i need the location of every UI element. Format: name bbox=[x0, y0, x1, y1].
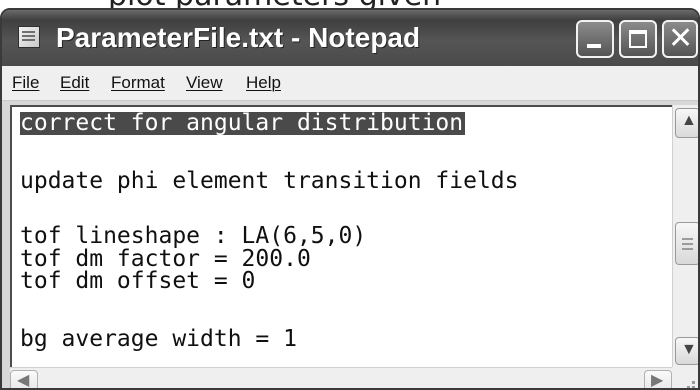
text-editor-area[interactable]: correct for angular distribution update … bbox=[10, 105, 672, 367]
menu-help[interactable]: Help bbox=[246, 73, 281, 93]
size-grip-icon bbox=[692, 386, 695, 388]
scroll-left-button[interactable]: ◀ bbox=[10, 370, 38, 389]
menu-edit[interactable]: Edit bbox=[60, 73, 89, 93]
menu-file[interactable]: File bbox=[12, 73, 39, 93]
chevron-up-icon: ▲ bbox=[681, 112, 697, 129]
vertical-scrollbar[interactable]: ▲ ▼ bbox=[672, 105, 698, 367]
grip-icon bbox=[682, 238, 693, 240]
close-button[interactable]: ✕ bbox=[662, 20, 698, 58]
size-grip-icon bbox=[687, 386, 690, 388]
minimize-icon bbox=[587, 44, 601, 48]
maximize-button[interactable] bbox=[619, 20, 657, 58]
chevron-right-icon: ▶ bbox=[651, 372, 664, 389]
menu-format[interactable]: Format bbox=[111, 73, 165, 93]
notepad-icon bbox=[18, 26, 40, 48]
titlebar[interactable]: ParameterFile.txt - Notepad ✕ bbox=[2, 10, 698, 67]
editor-content: correct for angular distribution update … bbox=[20, 107, 519, 351]
editor-line-selected[interactable]: correct for angular distribution bbox=[20, 112, 466, 135]
scroll-down-button[interactable]: ▼ bbox=[675, 337, 698, 365]
editor-line[interactable]: bg average width = 1 bbox=[20, 328, 297, 351]
size-grip-area[interactable] bbox=[672, 367, 698, 388]
editor-line[interactable]: tof lineshape : LA(6,5,0) bbox=[20, 225, 366, 248]
horizontal-scrollbar[interactable]: ◀ ▶ bbox=[10, 367, 672, 389]
scroll-up-button[interactable]: ▲ bbox=[675, 108, 698, 138]
chevron-down-icon: ▼ bbox=[681, 341, 697, 358]
minimize-button[interactable] bbox=[576, 20, 614, 58]
scroll-right-button[interactable]: ▶ bbox=[644, 370, 672, 389]
menu-bar: File Edit Format View Help bbox=[2, 66, 698, 101]
vertical-scroll-thumb[interactable] bbox=[675, 222, 698, 265]
screen: plot parameters given ParameterFile.txt … bbox=[0, 0, 700, 390]
editor-line[interactable]: tof dm offset = 0 bbox=[20, 270, 255, 293]
menu-view[interactable]: View bbox=[186, 73, 223, 93]
close-icon: ✕ bbox=[668, 21, 694, 56]
maximize-icon bbox=[629, 30, 647, 48]
chevron-left-icon: ◀ bbox=[17, 372, 30, 389]
editor-line[interactable]: update phi element transition fields bbox=[20, 170, 519, 193]
window-title: ParameterFile.txt - Notepad bbox=[56, 22, 421, 53]
size-grip-icon bbox=[692, 381, 695, 384]
notepad-window: ParameterFile.txt - Notepad ✕ File Edit … bbox=[0, 8, 700, 390]
